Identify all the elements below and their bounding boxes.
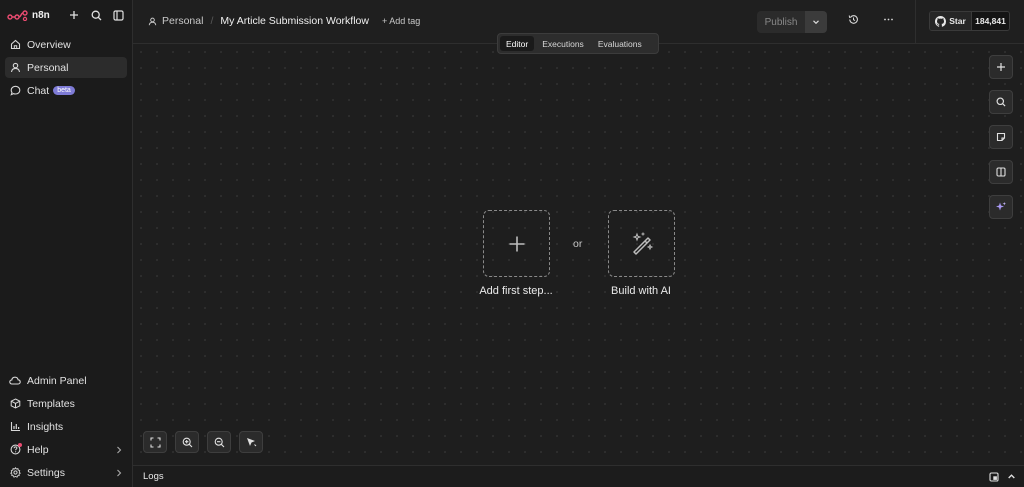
add-sticky-note-button[interactable] bbox=[989, 125, 1013, 149]
brand-name: n8n bbox=[32, 9, 50, 21]
ellipsis-icon bbox=[884, 18, 893, 21]
tab-executions[interactable]: Executions bbox=[536, 36, 590, 51]
canvas-right-toolbar bbox=[989, 55, 1013, 219]
user-small-icon bbox=[148, 17, 157, 26]
tab-evaluations[interactable]: Evaluations bbox=[592, 36, 648, 51]
expand-logs-button[interactable] bbox=[1007, 472, 1016, 481]
add-first-step-button[interactable] bbox=[483, 210, 550, 277]
fit-view-icon bbox=[149, 436, 161, 448]
tidy-up-button[interactable] bbox=[239, 431, 263, 453]
popout-icon bbox=[989, 471, 999, 482]
cursor-sparkle-icon bbox=[247, 438, 257, 447]
beta-badge: beta bbox=[53, 86, 75, 95]
help-icon bbox=[9, 442, 22, 456]
github-star-count: 184,841 bbox=[972, 12, 1009, 30]
add-node-button[interactable] bbox=[989, 55, 1013, 79]
add-first-step-label: Add first step... bbox=[479, 285, 553, 297]
sidebar-item-label: Help bbox=[27, 443, 49, 456]
plus-icon bbox=[997, 63, 1005, 71]
history-icon bbox=[848, 15, 858, 24]
sidebar-item-chat[interactable]: Chat beta bbox=[5, 80, 127, 101]
or-label: or bbox=[573, 238, 583, 250]
workflow-title[interactable]: My Article Submission Workflow bbox=[220, 15, 369, 27]
zoom-in-icon bbox=[182, 437, 192, 447]
publish-button-group: Publish bbox=[757, 11, 827, 33]
view-tabs: Editor Executions Evaluations bbox=[497, 33, 659, 54]
breadcrumb-separator: / bbox=[210, 15, 214, 27]
sidebar-item-personal[interactable]: Personal bbox=[5, 57, 127, 78]
sticky-note-icon bbox=[996, 132, 1006, 142]
sidebar-item-label: Personal bbox=[27, 61, 69, 74]
sidebar-item-insights[interactable]: Insights bbox=[5, 416, 127, 437]
panel-icon bbox=[996, 167, 1006, 177]
zoom-in-button[interactable] bbox=[175, 431, 199, 453]
chat-icon bbox=[9, 85, 21, 97]
ai-assistant-button[interactable] bbox=[989, 195, 1013, 219]
zoom-out-button[interactable] bbox=[207, 431, 231, 453]
sparkle-icon bbox=[996, 202, 1006, 211]
build-with-ai-button[interactable] bbox=[608, 210, 675, 277]
search-nodes-button[interactable] bbox=[989, 90, 1013, 114]
github-star-part[interactable]: Star bbox=[930, 12, 972, 30]
logs-label: Logs bbox=[143, 471, 164, 482]
github-star-label: Star bbox=[949, 16, 966, 26]
sidebar-item-label: Chat bbox=[27, 84, 50, 97]
github-icon bbox=[935, 15, 947, 27]
sidebar-item-settings[interactable]: Settings bbox=[5, 462, 127, 483]
plus-icon bbox=[70, 11, 78, 19]
chevron-down-icon bbox=[813, 20, 819, 25]
notification-dot bbox=[18, 442, 22, 447]
user-icon bbox=[9, 62, 21, 74]
workflow-canvas[interactable]: Add first step... or Build with AI bbox=[133, 44, 1024, 465]
breadcrumb: Personal / My Article Submission Workflo… bbox=[148, 15, 420, 27]
chevron-right-icon bbox=[115, 469, 123, 477]
chevron-up-icon bbox=[1008, 474, 1015, 479]
cloud-icon bbox=[9, 375, 21, 387]
new-plus-button[interactable] bbox=[66, 7, 82, 23]
breadcrumb-project-link[interactable]: Personal bbox=[162, 15, 203, 27]
sidebar-item-label: Templates bbox=[27, 397, 75, 410]
plus-icon bbox=[509, 236, 524, 251]
collapse-sidebar-button[interactable] bbox=[110, 7, 126, 23]
sidebar-nav-bottom: Admin Panel Templates Insights Help Sett… bbox=[5, 370, 127, 485]
sidebar-item-label: Admin Panel bbox=[27, 374, 87, 387]
box-icon bbox=[9, 398, 21, 410]
fit-view-button[interactable] bbox=[143, 431, 167, 453]
sidebar-item-label: Settings bbox=[27, 466, 65, 479]
search-icon bbox=[996, 97, 1006, 107]
sidebar-top: n8n bbox=[0, 0, 132, 30]
sidebar-item-label: Insights bbox=[27, 420, 64, 433]
open-logs-window-button[interactable] bbox=[989, 471, 999, 482]
canvas-bottom-toolbar bbox=[143, 431, 263, 453]
header-divider bbox=[915, 0, 916, 44]
logs-panel-bar[interactable]: Logs bbox=[133, 465, 1024, 487]
publish-button[interactable]: Publish bbox=[757, 11, 805, 33]
magic-wand-icon bbox=[632, 232, 653, 255]
build-with-ai-label: Build with AI bbox=[611, 285, 671, 297]
sidebar-item-templates[interactable]: Templates bbox=[5, 393, 127, 414]
sidebar-item-admin-panel[interactable]: Admin Panel bbox=[5, 370, 127, 391]
gear-icon bbox=[9, 467, 21, 479]
chart-icon bbox=[9, 421, 21, 433]
home-icon bbox=[9, 39, 21, 51]
sidebar-item-help[interactable]: Help bbox=[5, 439, 127, 460]
n8n-logo-icon bbox=[7, 10, 28, 21]
search-button[interactable] bbox=[88, 7, 104, 23]
sidebar-nav-top: Overview Personal Chat beta bbox=[0, 30, 132, 101]
version-history-button[interactable] bbox=[848, 14, 859, 25]
publish-dropdown-button[interactable] bbox=[805, 11, 827, 33]
zoom-out-icon bbox=[214, 437, 224, 447]
sidebar-toggle-icon bbox=[112, 9, 124, 21]
search-icon bbox=[91, 10, 101, 20]
add-tag-button[interactable]: + Add tag bbox=[382, 16, 420, 26]
sidebar-item-label: Overview bbox=[27, 38, 71, 51]
github-star-button[interactable]: Star 184,841 bbox=[929, 11, 1010, 31]
n8n-logo[interactable]: n8n bbox=[7, 9, 50, 21]
sidebar-item-overview[interactable]: Overview bbox=[5, 34, 127, 55]
more-options-button[interactable] bbox=[883, 14, 894, 25]
tab-editor[interactable]: Editor bbox=[500, 36, 535, 51]
toggle-panel-button[interactable] bbox=[989, 160, 1013, 184]
chevron-right-icon bbox=[115, 446, 123, 454]
sidebar: n8n Overview Personal Chat beta Admin Pa… bbox=[0, 0, 133, 487]
